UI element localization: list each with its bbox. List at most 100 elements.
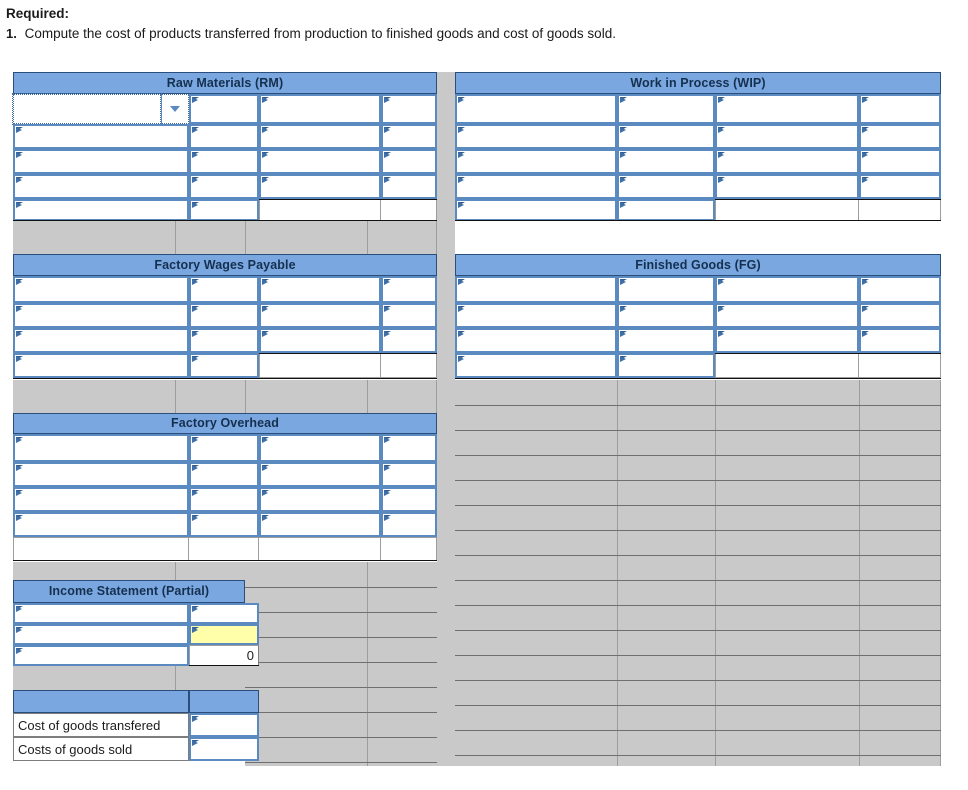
wip-cell-r1c2[interactable]	[617, 94, 715, 124]
is-row-0-value-cell[interactable]	[189, 603, 259, 624]
fo-cell-r5c4-total[interactable]	[381, 537, 437, 561]
is-row-2-label-cell[interactable]	[13, 645, 189, 666]
rm-cell-r3c4[interactable]	[381, 149, 437, 174]
fo-cell-r4c1[interactable]	[13, 512, 189, 537]
rm-cell-r1c1-active[interactable]	[12, 93, 162, 125]
wip-cell-r2c4[interactable]	[859, 124, 941, 149]
fo-cell-r1c2[interactable]	[189, 434, 259, 462]
fo-cell-r2c1[interactable]	[13, 462, 189, 487]
wip-cell-r3c1[interactable]	[455, 149, 617, 174]
wip-cell-r1c1[interactable]	[455, 94, 617, 124]
is-row-1-label-cell[interactable]	[13, 624, 189, 645]
fo-cell-r3c2[interactable]	[189, 487, 259, 512]
wip-cell-r1c3[interactable]	[715, 94, 859, 124]
wip-cell-r4c2[interactable]	[617, 174, 715, 199]
fg-cell-r1c1[interactable]	[455, 276, 617, 303]
fo-cell-r3c1[interactable]	[13, 487, 189, 512]
rm-cell-r3c3[interactable]	[259, 149, 381, 174]
rm-cell-r2c1[interactable]	[13, 124, 189, 149]
fg-cell-r2c2[interactable]	[617, 303, 715, 328]
fg-cell-r1c2[interactable]	[617, 276, 715, 303]
is-row-0-label-cell[interactable]	[13, 603, 189, 624]
fg-cell-r3c3[interactable]	[715, 328, 859, 353]
wip-cell-r3c2[interactable]	[617, 149, 715, 174]
rm-cell-r5c3-total[interactable]	[259, 199, 381, 221]
fo-cell-r1c3[interactable]	[259, 434, 381, 462]
fwp-cell-r2c1[interactable]	[13, 303, 189, 328]
rm-cell-r5c4-total[interactable]	[381, 199, 437, 221]
fwp-cell-r4c3-total[interactable]	[259, 353, 381, 378]
fwp-cell-r1c1[interactable]	[13, 276, 189, 303]
fo-cell-r4c2[interactable]	[189, 512, 259, 537]
fo-cell-r2c4[interactable]	[381, 462, 437, 487]
wip-cell-r4c3[interactable]	[715, 174, 859, 199]
rm-cell-r1c3[interactable]	[259, 94, 381, 124]
fo-cell-r5c3-total[interactable]	[259, 537, 381, 561]
rm-cell-r4c3[interactable]	[259, 174, 381, 199]
wip-cell-r2c2[interactable]	[617, 124, 715, 149]
wip-cell-r5c3-total[interactable]	[715, 199, 859, 221]
fo-cell-r5c2-total[interactable]	[189, 537, 259, 561]
wip-cell-r4c1[interactable]	[455, 174, 617, 199]
fo-cell-r2c2[interactable]	[189, 462, 259, 487]
wip-cell-r3c3[interactable]	[715, 149, 859, 174]
rm-cell-r2c2[interactable]	[189, 124, 259, 149]
fwp-cell-r3c3[interactable]	[259, 328, 381, 353]
fwp-cell-r1c3[interactable]	[259, 276, 381, 303]
fwp-cell-r2c3[interactable]	[259, 303, 381, 328]
fg-cell-r3c2[interactable]	[617, 328, 715, 353]
wip-cell-r5c4-total[interactable]	[859, 199, 941, 221]
fo-cell-r3c4[interactable]	[381, 487, 437, 512]
fg-cell-r1c3[interactable]	[715, 276, 859, 303]
rm-cell-r2c3[interactable]	[259, 124, 381, 149]
rm-cell-r2c4[interactable]	[381, 124, 437, 149]
fo-cell-r1c1[interactable]	[13, 434, 189, 462]
fg-cell-r3c4[interactable]	[859, 328, 941, 353]
fo-cell-r1c4[interactable]	[381, 434, 437, 462]
fwp-cell-r4c1-total[interactable]	[13, 353, 189, 378]
rm-cell-r4c4[interactable]	[381, 174, 437, 199]
wip-cell-r2c1[interactable]	[455, 124, 617, 149]
fo-cell-r2c3[interactable]	[259, 462, 381, 487]
wip-cell-r3c4[interactable]	[859, 149, 941, 174]
fg-cell-r4c2-total[interactable]	[617, 353, 715, 378]
rm-cell-r4c2[interactable]	[189, 174, 259, 199]
summary-row-1-value-cell[interactable]	[189, 737, 259, 761]
fg-cell-r4c3-total[interactable]	[715, 353, 859, 378]
fo-cell-r4c3[interactable]	[259, 512, 381, 537]
fwp-cell-r3c4[interactable]	[381, 328, 437, 353]
fo-cell-r5c1-total[interactable]	[13, 537, 189, 561]
rm-cell-r5c1-total[interactable]	[13, 199, 189, 221]
summary-row-0-value-cell[interactable]	[189, 713, 259, 737]
rm-cell-r3c2[interactable]	[189, 149, 259, 174]
fg-cell-r2c3[interactable]	[715, 303, 859, 328]
rm-cell-r1c1-dropdown[interactable]	[161, 94, 189, 124]
is-row-2-value-cell-total[interactable]: 0	[189, 645, 259, 666]
fwp-cell-r2c2[interactable]	[189, 303, 259, 328]
fwp-cell-r1c4[interactable]	[381, 276, 437, 303]
fwp-cell-r2c4[interactable]	[381, 303, 437, 328]
fo-cell-r4c4[interactable]	[381, 512, 437, 537]
rm-cell-r1c2[interactable]	[189, 94, 259, 124]
rm-cell-r4c1[interactable]	[13, 174, 189, 199]
fg-cell-r4c1-total[interactable]	[455, 353, 617, 378]
fwp-cell-r4c4-total[interactable]	[381, 353, 437, 378]
fg-cell-r3c1[interactable]	[455, 328, 617, 353]
fg-cell-r4c4-total[interactable]	[859, 353, 941, 378]
is-row-1-value-cell-highlighted[interactable]	[189, 624, 259, 645]
rm-cell-r1c4[interactable]	[381, 94, 437, 124]
wip-cell-r4c4[interactable]	[859, 174, 941, 199]
fg-cell-r2c1[interactable]	[455, 303, 617, 328]
wip-cell-r2c3[interactable]	[715, 124, 859, 149]
wip-cell-r5c1-total[interactable]	[455, 199, 617, 221]
fwp-cell-r3c2[interactable]	[189, 328, 259, 353]
wip-cell-r5c2-total[interactable]	[617, 199, 715, 221]
fg-cell-r2c4[interactable]	[859, 303, 941, 328]
fo-cell-r3c3[interactable]	[259, 487, 381, 512]
rm-cell-r3c1[interactable]	[13, 149, 189, 174]
fwp-cell-r4c2-total[interactable]	[189, 353, 259, 378]
rm-cell-r5c2-total[interactable]	[189, 199, 259, 221]
fwp-cell-r3c1[interactable]	[13, 328, 189, 353]
fg-cell-r1c4[interactable]	[859, 276, 941, 303]
wip-cell-r1c4[interactable]	[859, 94, 941, 124]
